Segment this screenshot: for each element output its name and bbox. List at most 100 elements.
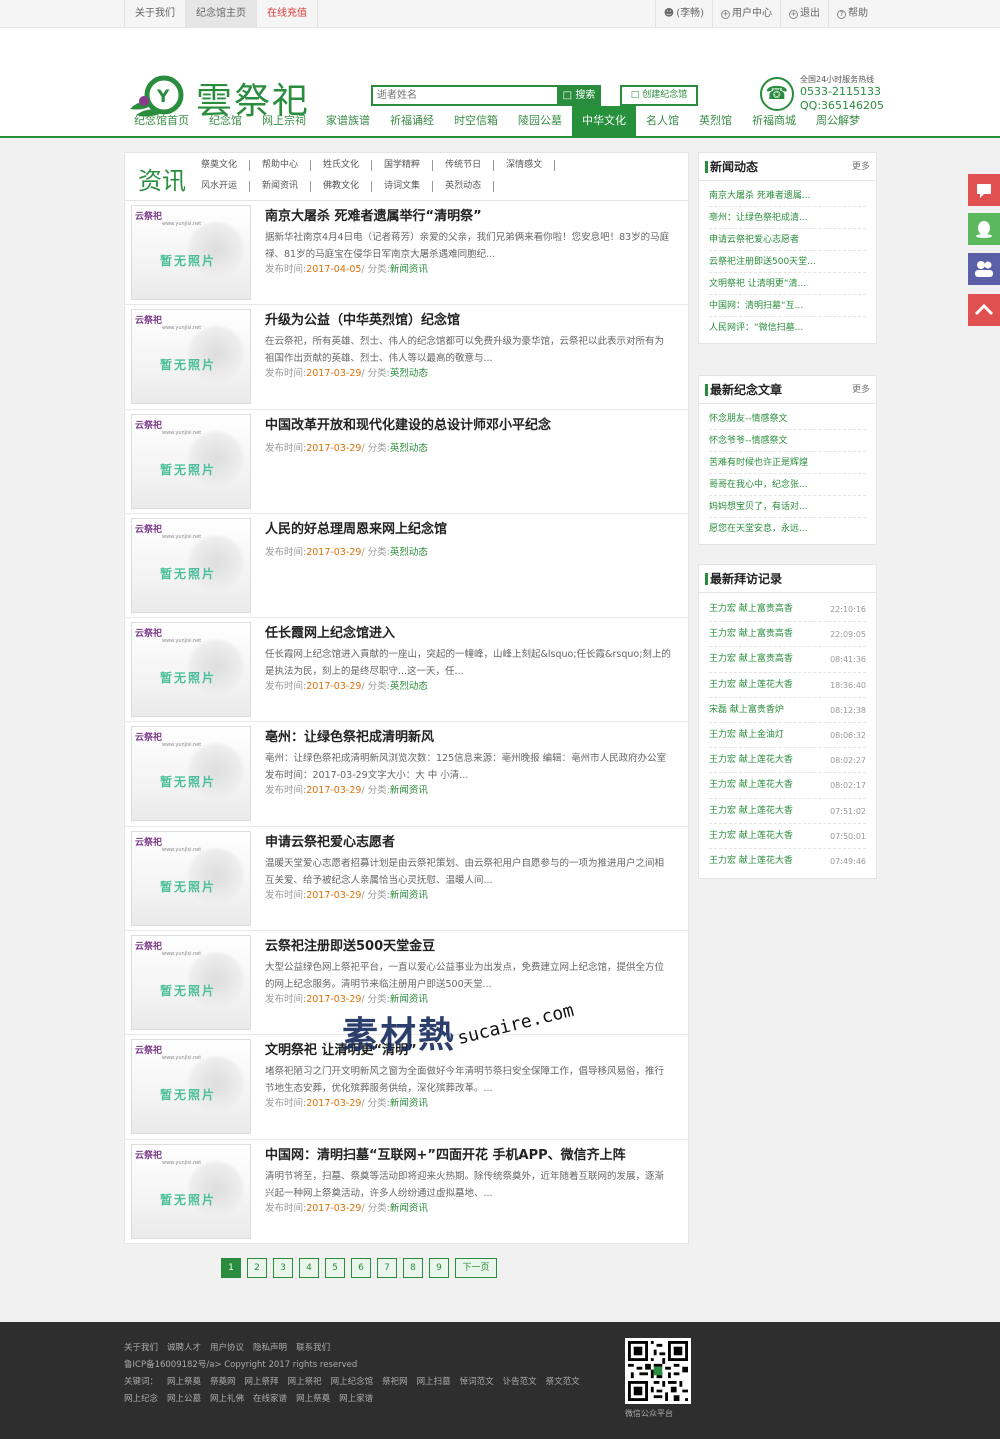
keyword-link[interactable]: 网上祭奠 [167,1374,201,1391]
nav-item[interactable]: 纪念馆首页 [124,106,199,136]
keyword-link[interactable]: 祭文范文 [546,1374,580,1391]
keyword-link[interactable]: 在线家谱 [253,1391,287,1408]
visit-record[interactable]: 宋磊 献上富贵香炉 08:12:38 [709,698,866,723]
nav-item[interactable]: 名人馆 [636,106,689,136]
nav-item[interactable]: 祈福诵经 [380,106,444,136]
visit-record[interactable]: 王力宏 献上莲花大香 08:02:17 [709,773,866,799]
page-button[interactable]: 6 [351,1258,371,1278]
keyword-link[interactable]: 祭奠网 [210,1374,236,1391]
article-title[interactable]: 云祭祀注册即送500天堂金豆 [265,939,672,955]
keyword-link[interactable]: 网上纪念馆 [331,1374,374,1391]
article-title[interactable]: 中国改革开放和现代化建设的总设计师邓小平纪念 [265,418,672,434]
next-page-button[interactable]: 下一页 [455,1258,497,1278]
article-category[interactable]: 新闻资讯 [390,890,428,901]
page-button[interactable]: 4 [299,1258,319,1278]
article-category[interactable]: 英烈动态 [390,547,428,558]
visit-record[interactable]: 王力宏 献上莲花大香 07:51:02 [709,799,866,824]
article-item[interactable]: 云祭祀 www.yunjisi.net 暂无照片 申请云祭祀爱心志愿者 温暖天堂爱心志愿… [125,827,688,932]
nav-item[interactable]: 纪念馆 [199,106,252,136]
keyword-link[interactable]: 网上扫墓 [417,1374,451,1391]
article-title[interactable]: 升级为公益（中华英烈馆）纪念馆 [265,313,672,329]
article-category[interactable]: 新闻资讯 [390,994,428,1005]
article-thumbnail[interactable]: 云祭祀 www.yunjisi.net 暂无照片 [131,726,251,822]
news-link[interactable]: 南京大屠杀 死难者遗属... [709,185,866,207]
article-thumbnail[interactable]: 云祭祀 www.yunjisi.net 暂无照片 [131,1143,251,1239]
users-float-button[interactable] [968,253,1000,285]
article-thumbnail[interactable]: 云祭祀 www.yunjisi.net 暂无照片 [131,1039,251,1135]
article-item[interactable]: 云祭祀 www.yunjisi.net 暂无照片 人民的好总理周恩来网上纪念馆 发布时间… [125,514,688,619]
nav-item[interactable]: 周公解梦 [806,106,870,136]
page-button[interactable]: 5 [325,1258,345,1278]
keyword-link[interactable]: 网上祭奠 [296,1391,330,1408]
qq-float-button[interactable] [968,213,1000,245]
keyword-link[interactable]: 祭祀网 [382,1374,408,1391]
nav-item[interactable]: 陵园公墓 [508,106,572,136]
news-link[interactable]: 云祭祀注册即送500天堂... [709,251,866,273]
article-item[interactable]: 云祭祀 www.yunjisi.net 暂无照片 亳州：让绿色祭祀成清明新风 亳州：让绿… [125,722,688,827]
category-link[interactable]: 佛教文化 [323,181,373,192]
page-button[interactable]: 8 [403,1258,423,1278]
visit-record[interactable]: 王力宏 献上富贵高香 22:09:05 [709,622,866,648]
article-thumbnail[interactable]: 云祭祀 www.yunjisi.net 暂无照片 [131,622,251,718]
article-item[interactable]: 云祭祀 www.yunjisi.net 暂无照片 任长霞网上纪念馆进入 任长霞网上纪念馆… [125,618,688,723]
visit-record[interactable]: 王力宏 献上富贵高香 08:41:36 [709,647,866,673]
nav-item[interactable]: 祈福商城 [742,106,806,136]
memorial-more-link[interactable]: 更多 [852,376,870,404]
memorial-article-link[interactable]: 怀念爷爷--情感祭文 [709,430,866,452]
news-link[interactable]: 亳州：让绿色祭祀成清... [709,207,866,229]
news-link[interactable]: 申请云祭祀爱心志愿者 [709,229,866,251]
keyword-link[interactable]: 网上祭祀 [288,1374,322,1391]
keyword-link[interactable]: 网上公墓 [167,1391,201,1408]
back-to-top-button[interactable] [968,294,1000,326]
keyword-link[interactable]: 讣告范文 [503,1374,537,1391]
article-category[interactable]: 英烈动态 [390,681,428,692]
article-thumbnail[interactable]: 云祭祀 www.yunjisi.net 暂无照片 [131,205,251,300]
category-link[interactable]: 国学精粹 [384,160,434,171]
article-item[interactable]: 云祭祀 www.yunjisi.net 暂无照片 南京大屠杀 死难者遗属举行“清明祭”… [125,201,688,306]
page-button[interactable]: 2 [247,1258,267,1278]
nav-item[interactable]: 时空信箱 [444,106,508,136]
search-button[interactable]: □ 搜索 [557,85,601,106]
article-category[interactable]: 新闻资讯 [390,1098,428,1109]
nav-item-active[interactable]: 中华文化 [572,106,636,136]
article-thumbnail[interactable]: 云祭祀 www.yunjisi.net 暂无照片 [131,517,251,613]
article-category[interactable]: 英烈动态 [390,443,428,454]
article-category[interactable]: 英烈动态 [390,368,428,379]
article-item[interactable]: 云祭祀 www.yunjisi.net 暂无照片 升级为公益（中华英烈馆）纪念馆 在云祭… [125,305,688,410]
memorial-article-link[interactable]: 愿您在天堂安息，永远... [709,518,866,540]
category-link[interactable]: 姓氏文化 [323,160,373,171]
footer-link[interactable]: 诚聘人才 [167,1340,201,1357]
visit-record[interactable]: 王力宏 献上莲花大香 08:02:27 [709,748,866,774]
chat-float-button[interactable] [968,174,1000,206]
link-about[interactable]: 关于我们 [124,0,186,28]
memorial-article-link[interactable]: 怀念朋友--情感祭文 [709,408,866,430]
news-link[interactable]: 人民网评：“微信扫墓... [709,317,866,339]
category-link[interactable]: 英烈动态 [445,181,495,192]
article-title[interactable]: 南京大屠杀 死难者遗属举行“清明祭” [265,209,672,225]
memorial-article-link[interactable]: 苦难有时候也许正是辉煌 [709,452,866,474]
page-button[interactable]: 1 [221,1258,241,1278]
category-link[interactable]: 帮助中心 [262,160,312,171]
nav-item[interactable]: 家谱族谱 [316,106,380,136]
keyword-link[interactable]: 网上祭拜 [245,1374,279,1391]
article-title[interactable]: 亳州：让绿色祭祀成清明新风 [265,730,672,746]
category-link[interactable]: 诗词文集 [384,181,434,192]
footer-link[interactable]: 关于我们 [124,1340,158,1357]
keyword-link[interactable]: 网上家谱 [339,1391,373,1408]
footer-link[interactable]: 用户协议 [210,1340,244,1357]
footer-link[interactable]: 隐私声明 [253,1340,287,1357]
article-thumbnail[interactable]: 云祭祀 www.yunjisi.net 暂无照片 [131,309,251,405]
keyword-link[interactable]: 网上礼佛 [210,1391,244,1408]
category-link[interactable]: 祭奠文化 [201,160,251,171]
visit-record[interactable]: 王力宏 献上莲花大香 07:49:46 [709,849,866,874]
page-button[interactable]: 3 [273,1258,293,1278]
article-thumbnail[interactable]: 云祭祀 www.yunjisi.net 暂无照片 [131,830,251,926]
article-category[interactable]: 新闻资讯 [390,785,428,796]
article-thumbnail[interactable]: 云祭祀 www.yunjisi.net 暂无照片 [131,413,251,509]
visit-record[interactable]: 王力宏 献上金油灯 08:06:32 [709,723,866,749]
page-button[interactable]: 7 [377,1258,397,1278]
article-title[interactable]: 人民的好总理周恩来网上纪念馆 [265,522,672,538]
page-button[interactable]: 9 [429,1258,449,1278]
visit-record[interactable]: 王力宏 献上富贵高香 22:10:16 [709,597,866,623]
memorial-article-link[interactable]: 哥哥在我心中，纪念张... [709,474,866,496]
